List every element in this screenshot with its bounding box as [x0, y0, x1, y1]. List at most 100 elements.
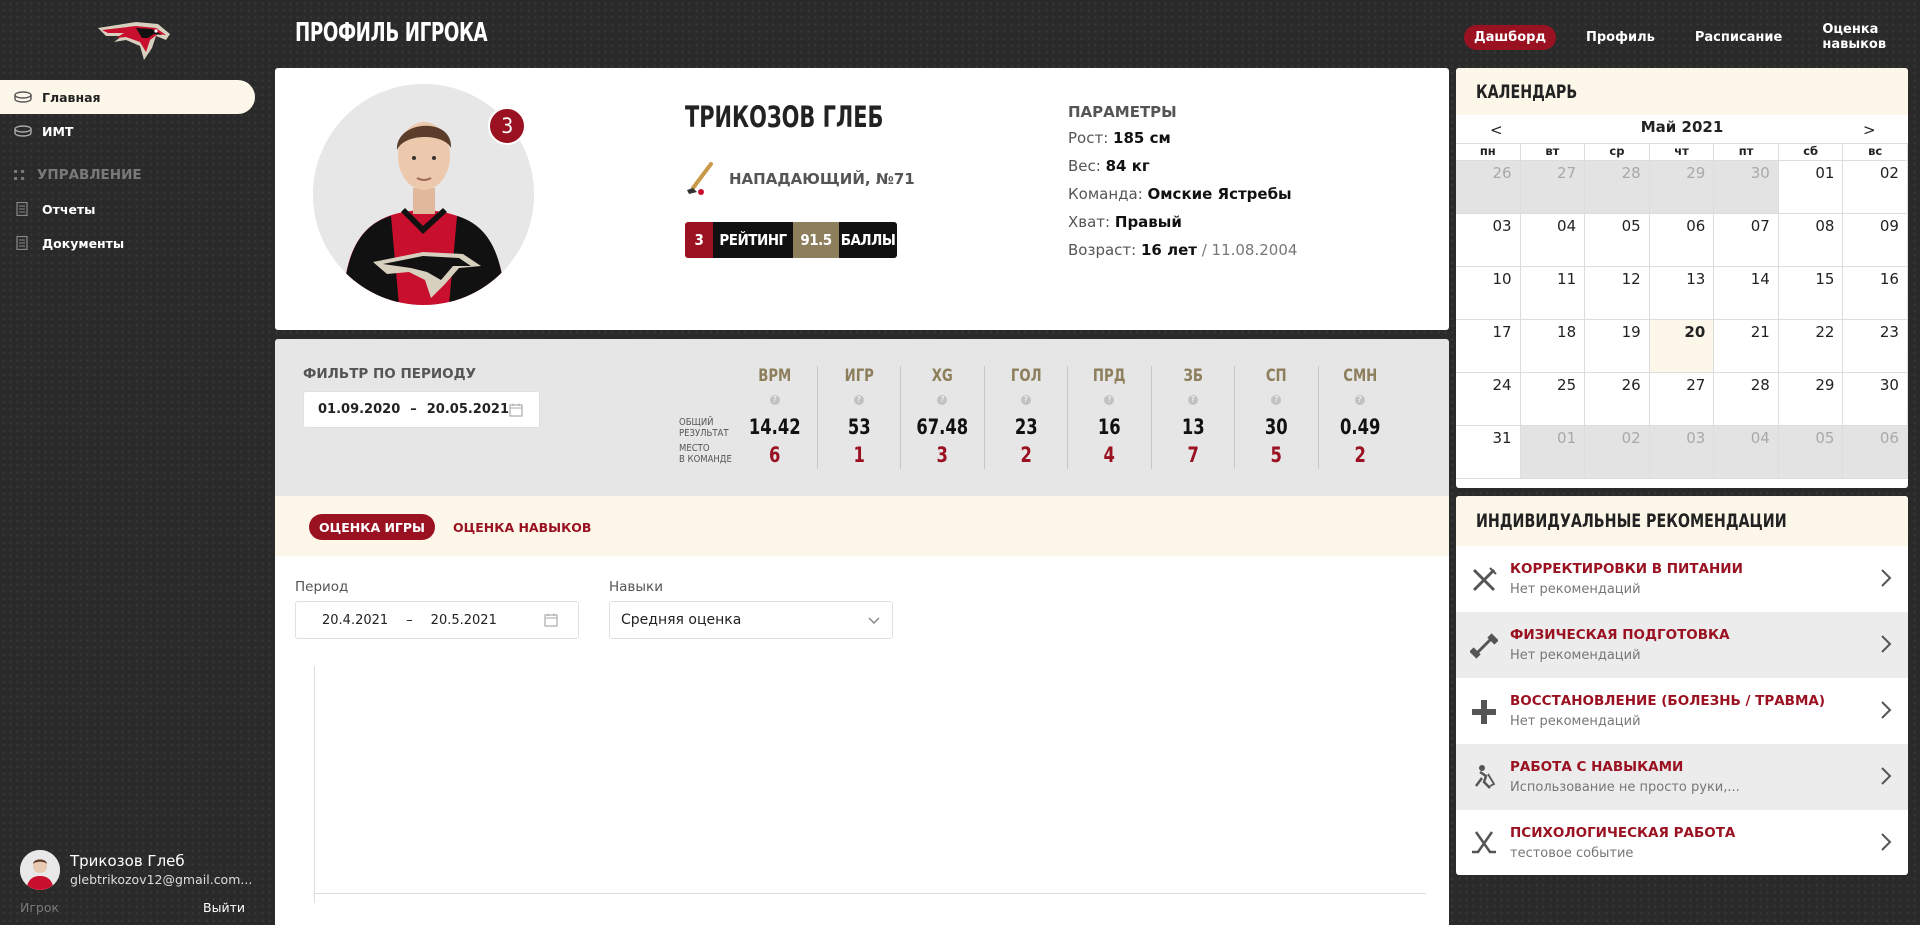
stat-col-zb: ЗБ? 13 7: [1150, 366, 1235, 469]
period-filter-input[interactable]: 01.09.2020 – 20.05.2021: [303, 391, 540, 428]
calendar-day[interactable]: 05: [1585, 214, 1650, 267]
score-value: 91.5: [793, 222, 839, 258]
calendar-day[interactable]: 30: [1714, 161, 1779, 214]
hawk-logo-icon[interactable]: [96, 18, 176, 62]
calendar-day[interactable]: 16: [1843, 267, 1908, 320]
calendar-day[interactable]: 21: [1714, 320, 1779, 373]
calendar-day[interactable]: 19: [1585, 320, 1650, 373]
calendar-day[interactable]: 04: [1520, 214, 1586, 267]
stat-col-gol: ГОЛ? 23 2: [983, 366, 1068, 469]
calendar-day[interactable]: 24: [1456, 373, 1521, 426]
calendar-day[interactable]: 18: [1520, 320, 1586, 373]
tab-game-assessment[interactable]: ОЦЕНКА ИГРЫ: [309, 514, 436, 540]
calendar-day[interactable]: 10: [1456, 267, 1521, 320]
calendar-day[interactable]: 26: [1456, 161, 1521, 214]
page-scrollbar[interactable]: [1912, 0, 1920, 925]
param-height: Рост: 185 см: [1068, 129, 1171, 147]
param-grip: Хват: Правый: [1068, 213, 1182, 231]
chevron-right-icon: [1881, 701, 1892, 719]
calendar-day[interactable]: 01: [1778, 161, 1844, 214]
calendar-day[interactable]: 07: [1714, 214, 1779, 267]
dumbbell-icon: [1470, 633, 1498, 659]
recommendation-item[interactable]: ФИЗИЧЕСКАЯ ПОДГОТОВКА Нет рекомендаций: [1456, 612, 1908, 678]
calendar-day[interactable]: 28: [1585, 161, 1650, 214]
calendar-day[interactable]: 27: [1520, 161, 1586, 214]
calendar-day[interactable]: 26: [1585, 373, 1650, 426]
calendar-day[interactable]: 03: [1456, 214, 1521, 267]
calendar-day-today[interactable]: 20: [1649, 320, 1715, 373]
calendar-day[interactable]: 27: [1649, 373, 1715, 426]
recommendation-item[interactable]: ПСИХОЛОГИЧЕСКАЯ РАБОТА тестовое событие: [1456, 810, 1908, 875]
calendar-day[interactable]: 17: [1456, 320, 1521, 373]
stats-row-labels: ОБЩИЙ РЕЗУЛЬТАТ МЕСТО В КОМАНДЕ: [679, 417, 732, 465]
help-icon[interactable]: ?: [1104, 395, 1115, 405]
calendar-day[interactable]: 08: [1778, 214, 1844, 267]
help-icon[interactable]: ?: [769, 395, 780, 405]
calendar-day[interactable]: 09: [1843, 214, 1908, 267]
sidebar-item-home[interactable]: Главная: [0, 80, 255, 114]
chart-y-axis: [314, 666, 315, 903]
calendar-day[interactable]: 02: [1843, 161, 1908, 214]
calendar-weekday: сб: [1778, 144, 1844, 161]
calendar-day[interactable]: 30: [1843, 373, 1908, 426]
calendar-day[interactable]: 22: [1778, 320, 1844, 373]
calendar-day[interactable]: 05: [1778, 426, 1844, 479]
nav-profile[interactable]: Профиль: [1576, 25, 1665, 50]
calendar-day[interactable]: 13: [1649, 267, 1715, 320]
logout-link[interactable]: Выйти: [203, 900, 245, 915]
calendar-day[interactable]: 11: [1520, 267, 1586, 320]
calendar-day[interactable]: 14: [1714, 267, 1779, 320]
calendar-day[interactable]: 23: [1843, 320, 1908, 373]
skills-select-value: Средняя оценка: [621, 612, 742, 628]
tab-skills-assessment[interactable]: ОЦЕНКА НАВЫКОВ: [443, 514, 601, 540]
section-label: УПРАВЛЕНИЕ: [37, 167, 142, 183]
calendar-day[interactable]: 06: [1843, 426, 1908, 479]
chevron-right-icon: [1881, 635, 1892, 653]
help-icon[interactable]: ?: [853, 395, 864, 405]
calendar-day[interactable]: 03: [1649, 426, 1715, 479]
period-range-input[interactable]: 20.4.2021 – 20.5.2021: [295, 601, 579, 639]
calendar-next-button[interactable]: >: [1863, 121, 1876, 139]
sidebar-item-label: Главная: [42, 89, 101, 105]
nav-schedule[interactable]: Расписание: [1685, 25, 1792, 50]
help-icon[interactable]: ?: [1354, 395, 1365, 405]
calendar-day[interactable]: 15: [1778, 267, 1844, 320]
skills-label: Навыки: [609, 579, 663, 595]
help-icon[interactable]: ?: [1020, 395, 1031, 405]
calendar-day[interactable]: 31: [1456, 426, 1521, 479]
sidebar-item-documents[interactable]: Документы: [0, 226, 255, 260]
recommendation-item[interactable]: РАБОТА С НАВЫКАМИ Использование не прост…: [1456, 744, 1908, 810]
fork-knife-icon: [1472, 567, 1497, 592]
nav-dashboard[interactable]: Дашборд: [1464, 24, 1556, 50]
calendar-nav: < Май 2021 >: [1456, 115, 1908, 143]
sidebar-item-reports[interactable]: Отчеты: [0, 192, 255, 226]
help-icon[interactable]: ?: [1187, 395, 1198, 405]
rating-bar: 3 РЕЙТИНГ 91.5 БАЛЛЫ: [685, 222, 897, 258]
calendar-day[interactable]: 29: [1649, 161, 1715, 214]
help-icon[interactable]: ?: [937, 395, 948, 405]
calendar-icon[interactable]: [544, 613, 558, 627]
sidebar-item-bmi[interactable]: ИМТ: [0, 114, 255, 148]
calendar-day[interactable]: 12: [1585, 267, 1650, 320]
avatar[interactable]: [20, 850, 60, 890]
recommendations-title: ИНДИВИДУАЛЬНЫЕ РЕКОМЕНДАЦИИ: [1456, 496, 1908, 546]
recommendation-item[interactable]: КОРРЕКТИРОВКИ В ПИТАНИИ Нет рекомендаций: [1456, 546, 1908, 612]
date-to: 20.5.2021: [430, 612, 497, 628]
period-label: Период: [295, 579, 349, 595]
calendar-day[interactable]: 28: [1714, 373, 1779, 426]
calendar-day[interactable]: 02: [1585, 426, 1650, 479]
help-icon[interactable]: ?: [1271, 395, 1282, 405]
recommendation-item[interactable]: ВОССТАНОВЛЕНИЕ (БОЛЕЗНЬ / ТРАВМА) Нет ре…: [1456, 678, 1908, 744]
nav-skills-assessment[interactable]: Оценка навыков: [1812, 17, 1920, 57]
calendar-weekday: пт: [1714, 144, 1779, 161]
calendar-day[interactable]: 06: [1649, 214, 1715, 267]
calendar-icon[interactable]: [509, 403, 523, 417]
calendar-title: КАЛЕНДАРЬ: [1456, 68, 1908, 115]
calendar-day[interactable]: 29: [1778, 373, 1844, 426]
chevron-right-icon: [1881, 767, 1892, 785]
chevron-right-icon: [1881, 569, 1892, 587]
skills-select[interactable]: Средняя оценка: [609, 601, 893, 639]
calendar-day[interactable]: 25: [1520, 373, 1586, 426]
calendar-day[interactable]: 04: [1714, 426, 1779, 479]
calendar-day[interactable]: 01: [1520, 426, 1586, 479]
